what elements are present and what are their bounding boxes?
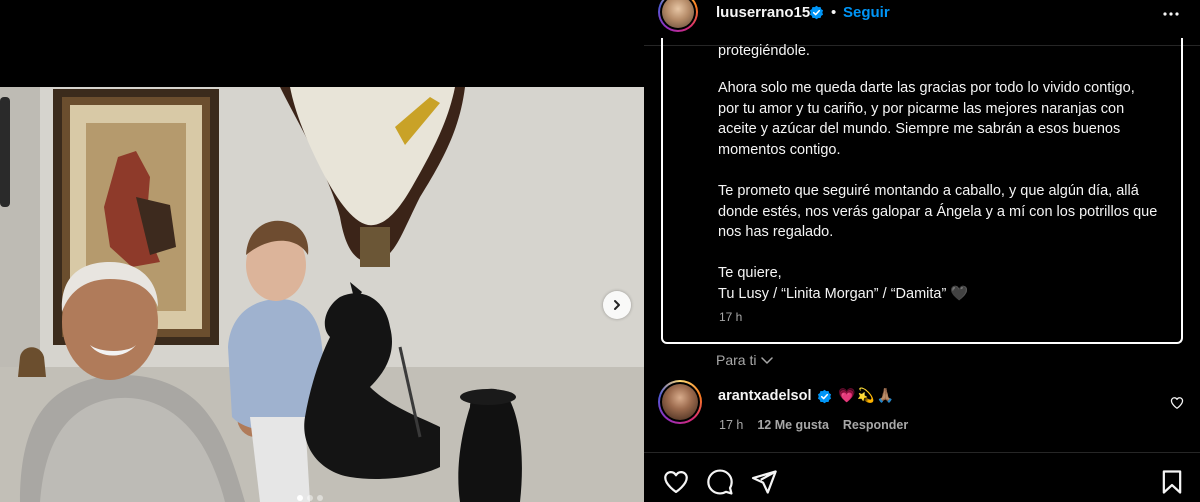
share-send-icon[interactable] bbox=[750, 468, 778, 496]
follow-button[interactable]: Seguir bbox=[843, 4, 890, 21]
actions-divider bbox=[644, 452, 1200, 453]
photo-illustration bbox=[0, 87, 644, 502]
carousel-dot bbox=[317, 495, 323, 501]
comment-timestamp[interactable]: 17 h bbox=[719, 418, 743, 432]
like-heart-icon[interactable] bbox=[662, 468, 690, 496]
caption-timestamp[interactable]: 17 h bbox=[719, 310, 742, 324]
carousel-dot bbox=[297, 495, 303, 501]
comment-item: arantxadelsol 💗💫🙏🏽 17 h 12 Me gusta Resp… bbox=[658, 380, 1198, 440]
caption-paragraph-1: Ahora solo me queda darte las gracias po… bbox=[718, 80, 1135, 158]
verified-badge-icon bbox=[809, 5, 824, 20]
chevron-down-icon bbox=[761, 357, 774, 364]
author-avatar[interactable] bbox=[658, 0, 698, 32]
carousel-indicator bbox=[297, 495, 323, 501]
comment-meta: 17 h 12 Me gusta Responder bbox=[719, 418, 908, 432]
for-you-label: Para ti bbox=[716, 352, 757, 368]
post-photo bbox=[0, 87, 644, 502]
post-actions bbox=[662, 468, 778, 496]
commenter-username[interactable]: arantxadelsol bbox=[718, 388, 812, 404]
post-media[interactable] bbox=[0, 0, 644, 502]
commenter-avatar[interactable] bbox=[658, 380, 702, 424]
comment-bubble-icon[interactable] bbox=[706, 468, 734, 496]
for-you-toggle[interactable]: Para ti bbox=[716, 352, 774, 368]
comment-like-heart-icon[interactable] bbox=[1170, 396, 1184, 410]
header-separator: • bbox=[831, 4, 837, 21]
next-slide-button[interactable] bbox=[603, 291, 631, 319]
post-side-panel: luuserrano15 • Seguir protegiéndole. Aho… bbox=[644, 0, 1200, 502]
caption-highlight-box: protegiéndole. Ahora solo me queda darte… bbox=[661, 38, 1183, 344]
comment-reply-button[interactable]: Responder bbox=[843, 418, 908, 432]
author-username[interactable]: luuserrano15 bbox=[716, 4, 810, 21]
caption-clipped-line: protegiéndole. bbox=[718, 43, 810, 59]
comment-text: 💗💫🙏🏽 bbox=[838, 387, 897, 403]
caption-text: protegiéndole. Ahora solo me queda darte… bbox=[718, 43, 1181, 325]
save-bookmark-icon[interactable] bbox=[1158, 468, 1186, 496]
verified-badge-icon bbox=[817, 389, 832, 404]
caption-paragraph-3: Te quiere, Tu Lusy / “Linita Morgan” / “… bbox=[718, 265, 969, 302]
chevron-right-icon bbox=[614, 300, 620, 310]
comment-likes[interactable]: 12 Me gusta bbox=[757, 418, 829, 432]
more-horizontal-icon[interactable] bbox=[1159, 2, 1183, 26]
carousel-dot bbox=[307, 495, 313, 501]
caption-paragraph-2: Te prometo que seguiré montando a caball… bbox=[718, 182, 1158, 241]
